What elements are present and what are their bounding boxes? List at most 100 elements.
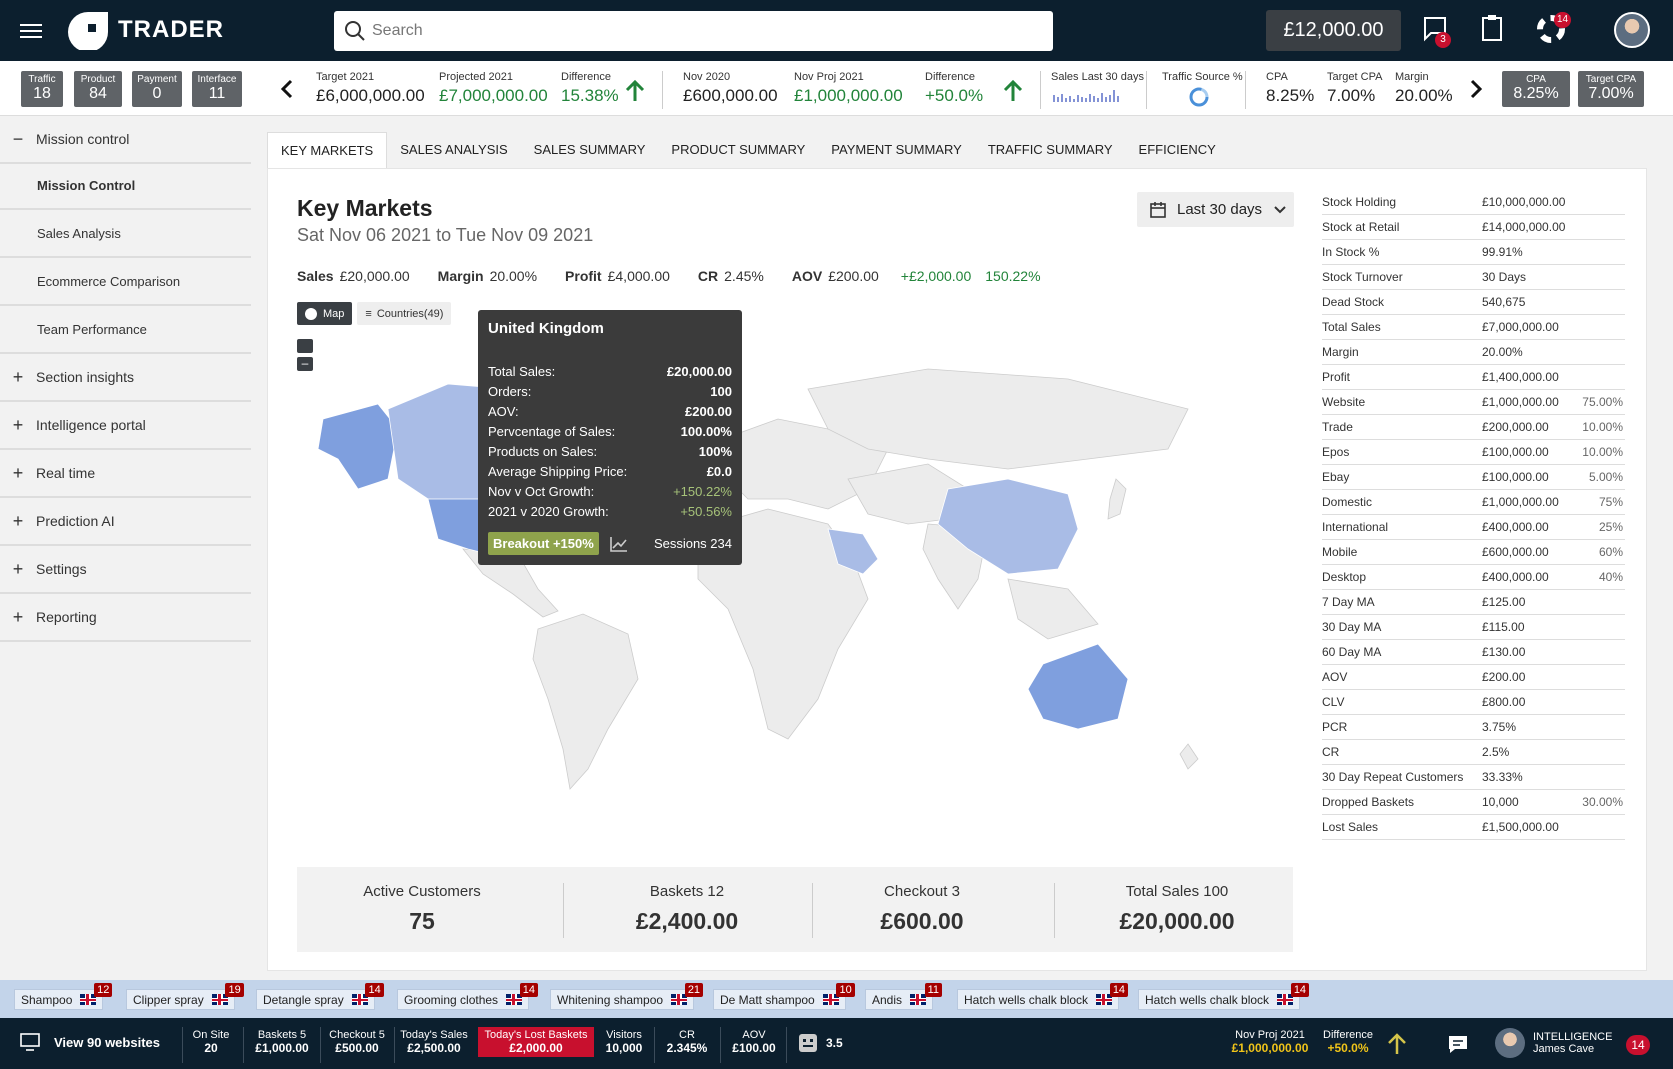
- stats-table: Stock Holding £10,000,000.00 Stock at Reta…: [1322, 190, 1625, 840]
- sidebar-sub-ecommerce-comparison[interactable]: Ecommerce Comparison: [0, 258, 251, 306]
- countries-toggle[interactable]: ≡ Countries(49): [357, 302, 452, 325]
- sidebar-item-intelligence-portal[interactable]: + Intelligence portal: [0, 402, 251, 450]
- page-title: Key Markets: [297, 195, 433, 221]
- divider: [563, 883, 564, 938]
- menu-icon[interactable]: [20, 20, 42, 40]
- chevron-left-icon[interactable]: [278, 79, 296, 99]
- divider: [243, 1027, 244, 1063]
- product-tag[interactable]: Whitening shampoo 21: [550, 983, 704, 1010]
- stats-value: 33.33%: [1482, 770, 1523, 784]
- sidebar-item-mission-control[interactable]: − Mission control: [0, 116, 251, 164]
- sidebar-sub-mission-control[interactable]: Mission Control: [0, 162, 251, 210]
- tab-payment-summary[interactable]: PAYMENT SUMMARY: [818, 132, 975, 168]
- tab-sales-summary[interactable]: SALES SUMMARY: [521, 132, 659, 168]
- tooltip-footer: Breakout +150% Sessions 234: [488, 532, 732, 555]
- divider: [654, 1027, 655, 1063]
- tooltip-title: United Kingdom: [488, 320, 604, 337]
- metric-profit: Profit £4,000.00: [565, 268, 670, 284]
- balance-button[interactable]: £12,000.00: [1266, 10, 1401, 51]
- product-tag[interactable]: Clipper spray 19: [126, 983, 244, 1010]
- sidebar: − Mission control Mission Control Sales A…: [0, 116, 251, 980]
- sidebar-item-prediction-ai[interactable]: + Prediction AI: [0, 498, 251, 546]
- product-tag[interactable]: Shampoo 12: [14, 983, 113, 1010]
- kpi-margin: Margin 20.00%: [1395, 71, 1453, 105]
- tooltip-row: Pervcentage of Sales: 100.00%: [488, 424, 732, 439]
- metric-delta: +£2,000.00: [900, 268, 972, 284]
- user-info[interactable]: INTELLIGENCE James Cave: [1533, 1031, 1612, 1055]
- stats-value: £100,000.00: [1482, 470, 1549, 484]
- chip-target-cpa[interactable]: Target CPA 7.00%: [1578, 71, 1644, 107]
- date-range: Sat Nov 06 2021 to Tue Nov 09 2021: [297, 225, 594, 245]
- chip-traffic[interactable]: Traffic 18: [21, 71, 63, 107]
- alerts-button[interactable]: 14: [1536, 12, 1572, 46]
- map-se-asia: [1007, 578, 1099, 640]
- chat-button[interactable]: 3: [1421, 14, 1453, 48]
- chevron-right-icon[interactable]: [1467, 79, 1485, 99]
- chip-product[interactable]: Product 84: [74, 71, 122, 107]
- chip-cpa[interactable]: CPA 8.25%: [1502, 71, 1570, 107]
- sidebar-item-reporting[interactable]: + Reporting: [0, 594, 251, 642]
- chip-interface[interactable]: Interface 11: [192, 71, 242, 107]
- sidebar-item-section-insights[interactable]: + Section insights: [0, 354, 251, 402]
- summary-box: Active Customers 75 Baskets 12 £2,400.00 C…: [297, 867, 1293, 952]
- sidebar-sub-sales-analysis[interactable]: Sales Analysis: [0, 210, 251, 258]
- kpi-sales-30[interactable]: Sales Last 30 days: [1051, 71, 1144, 109]
- avatar[interactable]: [1614, 12, 1650, 48]
- product-tag[interactable]: De Matt shampoo 10: [713, 983, 855, 1010]
- breakout-badge[interactable]: Breakout +150%: [488, 532, 599, 555]
- tab-product-summary[interactable]: PRODUCT SUMMARY: [658, 132, 818, 168]
- product-tag[interactable]: Hatch wells chalk block 14: [957, 983, 1129, 1010]
- product-tag[interactable]: Hatch wells chalk block 14: [1138, 983, 1310, 1010]
- sidebar-sub-team-performance[interactable]: Team Performance: [0, 306, 251, 354]
- arrow-up-icon: [1003, 79, 1023, 101]
- stats-label: 60 Day MA: [1322, 645, 1382, 659]
- product-tag[interactable]: Andis 11: [865, 983, 943, 1010]
- user-avatar[interactable]: [1495, 1028, 1525, 1058]
- stats-row: AOV £200.00: [1322, 665, 1625, 690]
- kpi-nov-2020: Nov 2020 £600,000.00: [683, 71, 778, 105]
- clipboard-button[interactable]: [1479, 14, 1511, 46]
- notification-badge[interactable]: 14: [1626, 1035, 1650, 1055]
- date-range-select[interactable]: Last 30 days: [1137, 192, 1294, 227]
- sidebar-item-real-time[interactable]: + Real time: [0, 450, 251, 498]
- map-toggle[interactable]: Map: [297, 302, 353, 325]
- stats-row: Stock Holding £10,000,000.00: [1322, 190, 1625, 215]
- stats-value: £800.00: [1482, 695, 1526, 709]
- footer-todays-sales: Today's Sales £2,500.00: [400, 1029, 468, 1055]
- stats-value: 99.91%: [1482, 245, 1523, 259]
- trending-products-bar: Shampoo 12 Clipper spray 19 Detangle spray…: [0, 980, 1673, 1018]
- tab-traffic-summary[interactable]: TRAFFIC SUMMARY: [975, 132, 1126, 168]
- sidebar-item-settings[interactable]: + Settings: [0, 546, 251, 594]
- trend-chart-icon[interactable]: [609, 535, 629, 553]
- chat-icon[interactable]: [1447, 1033, 1469, 1055]
- tab-key-markets[interactable]: KEY MARKETS: [267, 132, 388, 168]
- chat-badge: 3: [1435, 32, 1451, 48]
- stats-row: 60 Day MA £130.00: [1322, 640, 1625, 665]
- search-input[interactable]: Search: [334, 11, 1053, 51]
- stats-label: Trade: [1322, 420, 1353, 434]
- product-tag[interactable]: Grooming clothes 14: [397, 983, 539, 1010]
- summary-checkout: Checkout 3 £600.00: [880, 883, 964, 934]
- stats-value: £400,000.00: [1482, 570, 1549, 584]
- kpi-bar: Traffic 18 Product 84 Payment 0 Interface 11…: [0, 61, 1673, 116]
- divider: [394, 1027, 395, 1063]
- product-tag[interactable]: Detangle spray 14: [256, 983, 384, 1010]
- tab-efficiency[interactable]: EFFICIENCY: [1126, 132, 1229, 168]
- stats-value: £1,500,000.00: [1482, 820, 1559, 834]
- kpi-traffic-source[interactable]: Traffic Source %: [1162, 71, 1243, 113]
- donut-icon: [1189, 87, 1209, 107]
- view-websites-button[interactable]: View 90 websites: [20, 1033, 160, 1051]
- search-placeholder: Search: [372, 22, 423, 39]
- logo[interactable]: TRADER: [66, 10, 224, 50]
- plus-icon: +: [12, 462, 24, 483]
- tab-sales-analysis[interactable]: SALES ANALYSIS: [387, 132, 520, 168]
- footer-nov-proj: Nov Proj 2021 £1,000,000.00: [1231, 1029, 1309, 1055]
- divider: [320, 1027, 321, 1063]
- tooltip-row: Total Sales: £20,000.00: [488, 364, 732, 379]
- stats-row: Dead Stock 540,675: [1322, 290, 1625, 315]
- footer-lost-baskets[interactable]: Today's Lost Baskets £2,000.00: [478, 1027, 594, 1057]
- stats-row: 30 Day MA £115.00: [1322, 615, 1625, 640]
- chip-payment[interactable]: Payment 0: [132, 71, 182, 107]
- metric-sales: Sales £20,000.00: [297, 268, 410, 284]
- world-map[interactable]: [308, 349, 1238, 799]
